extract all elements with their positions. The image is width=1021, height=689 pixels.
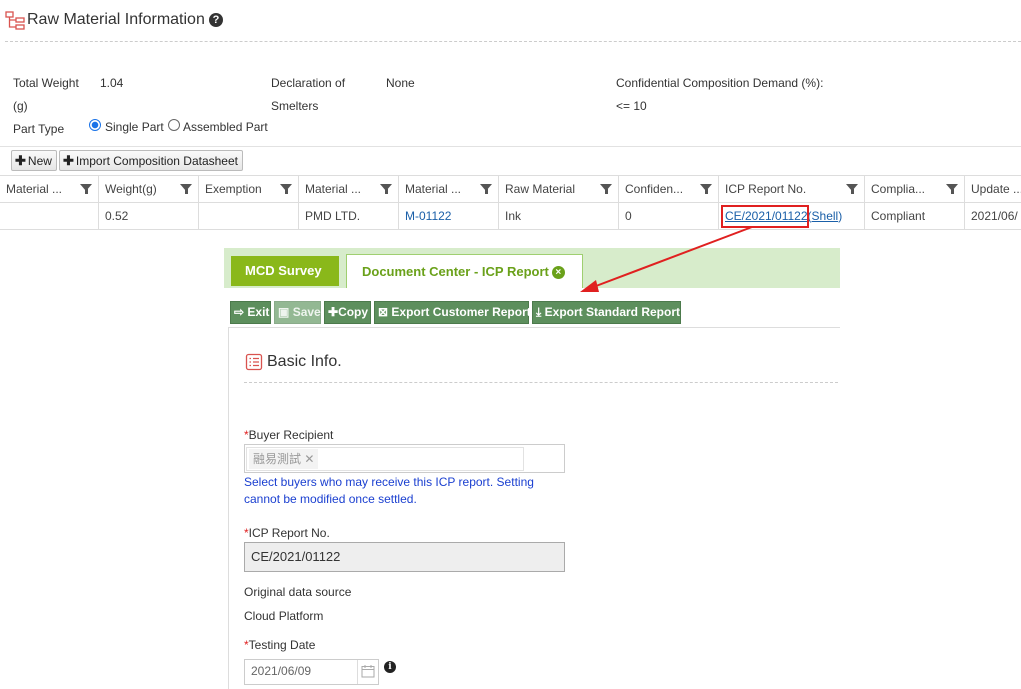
section-divider — [244, 382, 838, 383]
confidential-value: <= 10 — [616, 99, 647, 113]
column-header[interactable]: Material ... — [0, 176, 99, 202]
calendar-icon[interactable] — [361, 664, 375, 678]
new-button[interactable]: ✚ New — [11, 150, 57, 171]
tab-document-center-label: Document Center - ICP Report — [362, 264, 549, 279]
buyer-tag-label: 融易測試 — [253, 452, 302, 466]
column-header[interactable]: Complia... — [865, 176, 965, 202]
filter-icon[interactable] — [180, 184, 192, 194]
export-customer-report-button[interactable]: ⊠ Export Customer Report — [374, 301, 531, 324]
column-header[interactable]: Material ... — [399, 176, 499, 202]
remove-tag-icon[interactable]: ✕ — [304, 452, 314, 466]
panel-left-border — [228, 327, 229, 689]
filter-icon[interactable] — [700, 184, 712, 194]
filter-icon[interactable] — [480, 184, 492, 194]
icp-report-no-label-text: ICP Report No. — [248, 526, 330, 540]
cell-update: 2021/06/ — [971, 209, 1018, 223]
icp-report-no-label: *ICP Report No. — [244, 526, 330, 540]
buyer-hint-line2: cannot be modified once settled. — [244, 492, 417, 506]
column-header[interactable]: Update ... — [965, 176, 1021, 202]
declaration-label-2: Smelters — [271, 99, 319, 113]
save-button[interactable]: ▣ Save — [274, 301, 321, 324]
table-row[interactable]: 0.52 PMD LTD. M-01122 Ink 0 CE/2021/0112… — [0, 203, 1021, 230]
import-button-label: Import Composition Datasheet — [75, 154, 238, 168]
testing-date-label: *Testing Date — [244, 638, 315, 652]
save-icon: ▣ — [278, 305, 290, 319]
cell-raw-material: Ink — [499, 203, 619, 229]
radio-assembled-part[interactable] — [168, 119, 180, 131]
filter-icon[interactable] — [80, 184, 92, 194]
buyer-hint-line1: Select buyers who may receive this ICP r… — [244, 475, 534, 489]
section-title-basic-info: Basic Info. — [267, 353, 342, 370]
cell-material-no-link[interactable]: M-01122 — [399, 203, 499, 229]
exit-icon: ⇨ — [234, 305, 245, 319]
icp-report-no-field[interactable]: CE/2021/01122 — [244, 542, 565, 572]
declaration-value: None — [386, 76, 415, 90]
cell-exemption — [199, 203, 299, 229]
table-header: Material ... Weight(g) Exemption Materia… — [0, 175, 1021, 203]
original-source-value: Cloud Platform — [244, 609, 324, 623]
save-button-label: Save — [292, 305, 321, 319]
total-weight-unit: (g) — [13, 99, 28, 113]
confidential-label: Confidential Composition Demand (%): — [616, 76, 824, 90]
info-icon[interactable]: i — [384, 661, 396, 673]
total-weight-value: 1.04 — [100, 76, 124, 90]
annotation-arrow — [580, 226, 753, 292]
help-icon[interactable]: ? — [209, 13, 223, 27]
column-header[interactable]: Exemption — [199, 176, 299, 202]
exit-button[interactable]: ⇨ Exit — [230, 301, 271, 324]
buyer-tag: 融易測試 ✕ — [249, 449, 319, 469]
declaration-label: Declaration of — [271, 76, 346, 90]
column-header[interactable]: Raw Material — [499, 176, 619, 202]
total-weight-label: Total Weight — [13, 76, 79, 90]
filter-icon[interactable] — [846, 184, 858, 194]
column-header[interactable]: Material ... — [299, 176, 399, 202]
radio-single-part[interactable] — [89, 119, 101, 131]
buyer-recipient-label: *Buyer Recipient — [244, 428, 333, 442]
column-header[interactable]: ICP Report No. — [719, 176, 865, 202]
buyer-recipient-label-text: Buyer Recipient — [248, 428, 334, 442]
export-standard-label: Export Standard Report — [544, 305, 681, 319]
testing-date-label-text: Testing Date — [248, 638, 316, 652]
column-header[interactable]: Confiden... — [619, 176, 719, 202]
filter-icon[interactable] — [280, 184, 292, 194]
part-type-label: Part Type — [13, 122, 65, 136]
icp-paren-close: ) — [838, 209, 843, 223]
page-title: Raw Material Information — [27, 11, 205, 28]
filter-icon[interactable] — [600, 184, 612, 194]
copy-button[interactable]: ✚Copy — [324, 301, 371, 324]
radio-assembled-part-label[interactable]: Assembled Part — [183, 120, 268, 134]
original-source-label: Original data source — [244, 585, 352, 599]
filter-icon[interactable] — [946, 184, 958, 194]
tab-document-center[interactable]: Document Center - ICP Report × — [346, 254, 583, 288]
plus-icon: ✚ — [328, 305, 339, 319]
column-header[interactable]: Weight(g) — [99, 176, 199, 202]
shell-link[interactable]: Shell — [812, 209, 839, 223]
export-customer-label: Export Customer Report — [391, 305, 531, 319]
panel-top-border — [228, 327, 840, 328]
plus-icon: ✚ — [15, 153, 26, 168]
tab-mcd-survey[interactable]: MCD Survey — [231, 256, 339, 286]
highlight-box — [721, 205, 809, 228]
export-standard-report-button[interactable]: ⤓ Export Standard Report — [532, 301, 681, 324]
cell-weight: 0.52 — [99, 203, 199, 229]
cell-compliance: Compliant — [865, 203, 965, 229]
filter-icon[interactable] — [380, 184, 392, 194]
hierarchy-icon — [5, 11, 25, 30]
exit-button-label: Exit — [247, 305, 270, 319]
header-divider — [5, 41, 1021, 42]
radio-single-part-label[interactable]: Single Part — [105, 120, 164, 134]
cell-confidential: 0 — [619, 203, 719, 229]
cell-supplier: PMD LTD. — [299, 203, 399, 229]
list-icon — [245, 353, 263, 371]
plus-icon: ✚ — [63, 153, 74, 168]
copy-button-label: Copy — [338, 305, 369, 319]
import-datasheet-button[interactable]: ✚ Import Composition Datasheet — [59, 150, 243, 171]
excel-icon: ⊠ — [378, 305, 389, 319]
testing-date-value: 2021/06/09 — [251, 664, 312, 678]
cell-material — [0, 203, 99, 229]
new-button-label: New — [27, 154, 52, 168]
section-divider — [0, 146, 1021, 147]
close-icon[interactable]: × — [551, 266, 565, 279]
download-icon: ⤓ — [536, 305, 542, 319]
